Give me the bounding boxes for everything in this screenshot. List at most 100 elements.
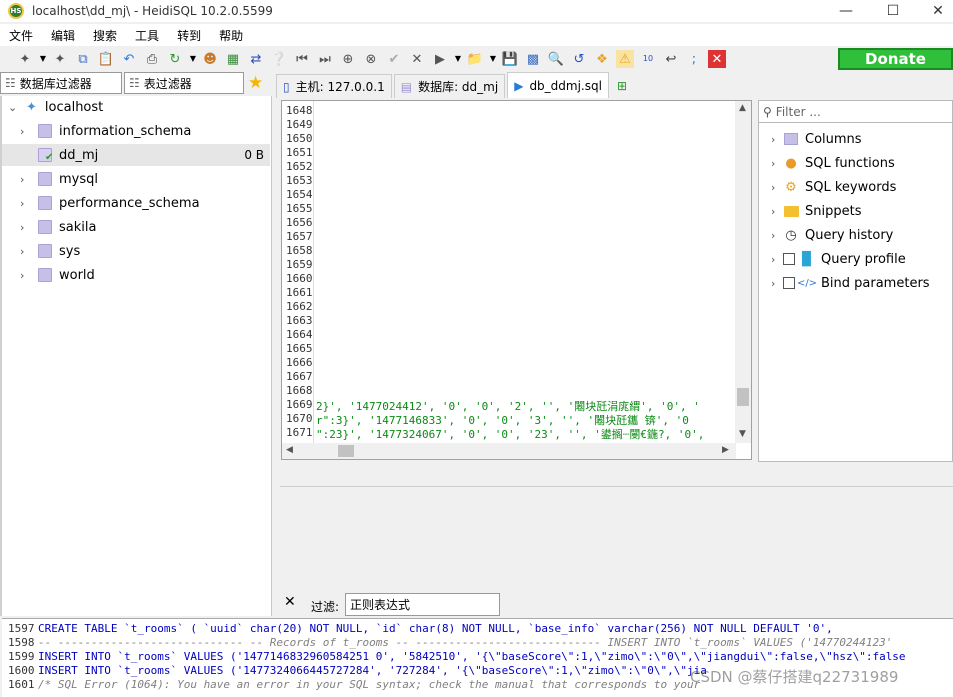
tree-item-information-schema[interactable]: › information_schema [2,120,270,142]
bind-parameters-checkbox[interactable] [783,277,795,289]
helper-item-bind-parameters[interactable]: › </> Bind parameters [759,272,952,294]
minimize-button[interactable]: — [823,0,869,22]
scroll-left-icon[interactable]: ◀ [286,445,293,455]
export-icon[interactable]: ▦ [224,50,242,68]
chevron-right-icon[interactable]: › [20,173,30,186]
menu-edit[interactable]: 编辑 [42,27,84,44]
close-button[interactable]: ✕ [915,0,953,22]
vertical-scrollbar[interactable]: ▲ ▼ [735,101,751,443]
chevron-right-icon[interactable]: › [20,197,30,210]
menu-search[interactable]: 搜索 [84,27,126,44]
session-dropdown-icon[interactable]: ▼ [39,50,47,68]
scroll-up-icon[interactable]: ▲ [739,103,746,113]
session-manager-icon[interactable]: ✦ [16,50,34,68]
first-record-icon[interactable]: ⏮ [293,50,311,68]
helper-item-snippets[interactable]: › Snippets [759,200,952,222]
tree-root-localhost[interactable]: ⌄ ✦ localhost [2,96,270,118]
line-number: 1651 [286,146,313,159]
chevron-down-icon[interactable]: ⌄ [8,101,18,114]
favorites-star-icon[interactable]: ★ [248,73,263,93]
helper-item-sql-keywords[interactable]: › ⚙ SQL keywords [759,176,952,198]
menu-goto[interactable]: 转到 [168,27,210,44]
chevron-right-icon[interactable]: › [771,253,783,266]
helper-item-sql-functions[interactable]: › ● SQL functions [759,152,952,174]
disconnect-icon[interactable]: ✦ [51,50,69,68]
tab-database[interactable]: ▤ 数据库: dd_mj [393,74,506,98]
delete-record-icon[interactable]: ⊗ [362,50,380,68]
undo-icon[interactable]: ↶ [120,50,138,68]
save-as-icon[interactable]: ▩ [524,50,542,68]
format-sql-icon[interactable]: ❖ [593,50,611,68]
find-icon[interactable]: 🔍 [547,50,565,68]
tree-item-dd-mj[interactable]: ✔ dd_mj 0 B [2,144,270,166]
print-icon[interactable]: ⎙ [143,50,161,68]
transfer-icon[interactable]: ⇄ [247,50,265,68]
close-filter-icon[interactable]: ✕ [284,594,296,610]
scroll-right-icon[interactable]: ▶ [722,445,729,455]
helper-item-columns[interactable]: › Columns [759,128,952,150]
run-query-icon[interactable]: ▶ [431,50,449,68]
run-dropdown-icon[interactable]: ▼ [454,50,462,68]
regex-filter-input[interactable]: 正则表达式 [345,593,500,616]
sql-editor[interactable]: 1648 1649 1650 1651 1652 1653 1654 1655 1656 1657… [281,100,752,460]
maximize-button[interactable]: ☐ [870,0,916,22]
tree-item-performance-schema[interactable]: › performance_schema [2,192,270,214]
tree-item-mysql[interactable]: › mysql [2,168,270,190]
log-line-number: 1598 [8,636,35,649]
query-helper-panel: ⚲ Filter ... › Columns › ● SQL functions… [758,100,953,462]
semicolon-icon[interactable]: ; [685,50,703,68]
help-icon[interactable]: ❔ [270,50,288,68]
stop-icon[interactable]: ✕ [708,50,726,68]
helper-item-query-profile[interactable]: › ▉ Query profile [759,248,952,270]
chevron-right-icon[interactable]: › [771,277,783,290]
tree-item-sakila[interactable]: › sakila [2,216,270,238]
paste-icon[interactable]: 📋 [97,50,115,68]
chevron-right-icon[interactable]: › [20,245,30,258]
tree-item-sys[interactable]: › sys [2,240,270,262]
add-record-icon[interactable]: ⊕ [339,50,357,68]
chevron-right-icon[interactable]: › [771,157,783,170]
cancel-record-icon[interactable]: ✕ [408,50,426,68]
binary-icon[interactable]: 10 [639,50,657,68]
copy-icon[interactable]: ⧉ [74,50,92,68]
refresh-dropdown-icon[interactable]: ▼ [189,50,197,68]
post-record-icon[interactable]: ✔ [385,50,403,68]
menu-help[interactable]: 帮助 [210,27,252,44]
user-manager-icon[interactable]: ☻ [201,50,219,68]
chevron-right-icon[interactable]: › [771,205,783,218]
chevron-right-icon[interactable]: › [771,229,783,242]
helper-item-query-history[interactable]: › ◷ Query history [759,224,952,246]
refresh-icon[interactable]: ↻ [166,50,184,68]
new-query-tab-button[interactable]: ⊞ [611,74,633,98]
replace-icon[interactable]: ↺ [570,50,588,68]
warning-icon[interactable]: ⚠ [616,50,634,68]
open-dropdown-icon[interactable]: ▼ [489,50,497,68]
wrap-icon[interactable]: ↩ [662,50,680,68]
tab-host[interactable]: ▯ 主机: 127.0.0.1 [276,74,392,98]
menu-tools[interactable]: 工具 [126,27,168,44]
save-icon[interactable]: 💾 [501,50,519,68]
donate-button[interactable]: Donate [838,48,953,70]
vertical-scroll-thumb[interactable] [737,388,749,406]
tab-query[interactable]: ▶ db_ddmj.sql [507,72,609,98]
scroll-down-icon[interactable]: ▼ [739,429,746,439]
chevron-right-icon[interactable]: › [20,221,30,234]
database-icon [38,172,52,186]
chevron-right-icon[interactable]: › [771,133,783,146]
chevron-right-icon[interactable]: › [20,269,30,282]
log-line-text: -- ---------------------------- -- Recor… [38,636,893,649]
helper-filter-input[interactable]: ⚲ Filter ... [759,101,952,123]
database-filter-input[interactable]: ☷ 数据库过滤器 [0,72,122,94]
horizontal-scrollbar[interactable]: ◀ ▶ [282,443,736,459]
open-file-icon[interactable]: 📁 [466,50,484,68]
table-filter-input[interactable]: ☷ 表过滤器 [124,72,244,94]
tree-item-world[interactable]: › world [2,264,270,286]
columns-icon [783,132,799,146]
horizontal-scroll-thumb[interactable] [338,445,354,457]
server-icon: ✦ [26,99,37,115]
menu-file[interactable]: 文件 [0,27,42,44]
chevron-right-icon[interactable]: › [771,181,783,194]
last-record-icon[interactable]: ⏭ [316,50,334,68]
chevron-right-icon[interactable]: › [20,125,30,138]
query-profile-checkbox[interactable] [783,253,795,265]
